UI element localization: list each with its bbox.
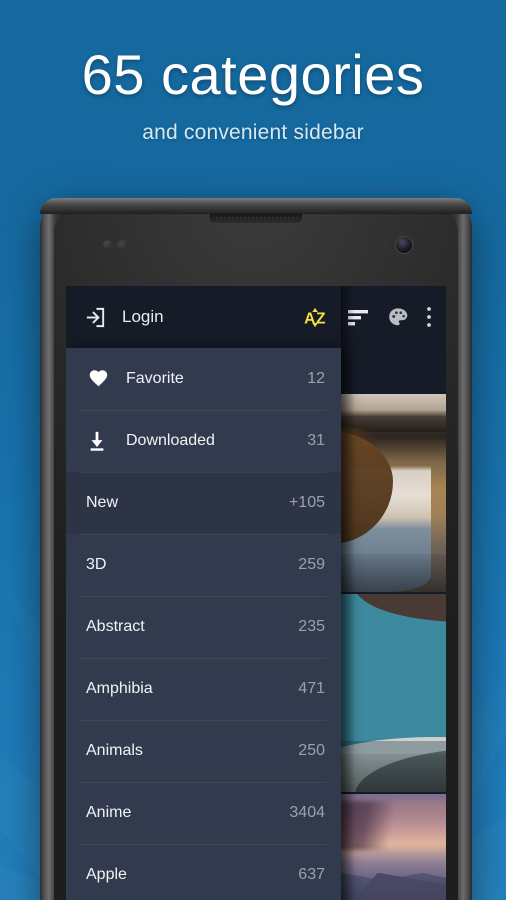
- drawer-item-label: Downloaded: [126, 432, 215, 449]
- palette-icon[interactable]: [387, 306, 409, 328]
- svg-text:Z: Z: [316, 310, 326, 327]
- drawer-item-label: Favorite: [126, 370, 184, 387]
- drawer-item-animals[interactable]: Animals 250: [66, 720, 341, 782]
- drawer-item-label: Anime: [86, 804, 132, 821]
- drawer-item-downloaded[interactable]: Downloaded 31: [66, 410, 341, 472]
- drawer-item-label: Abstract: [86, 618, 145, 635]
- drawer-item-count: 471: [298, 680, 325, 697]
- drawer-item-apple[interactable]: Apple 637: [66, 844, 341, 900]
- drawer-item-count: 3404: [289, 804, 325, 821]
- phone-mockup: 4.6: [40, 198, 472, 900]
- proximity-sensor-icon: [103, 240, 112, 249]
- drawer-item-label: Amphibia: [86, 680, 153, 697]
- phone-top-edge: [40, 198, 472, 214]
- phone-screen: 4.6: [66, 286, 446, 900]
- drawer-item-label: New: [86, 494, 119, 511]
- sort-alpha-icon[interactable]: A Z: [303, 306, 329, 328]
- navigation-drawer: Favorite 12 Downloaded 31 New +105 3D 259 Abstra…: [66, 348, 341, 900]
- drawer-item-anime[interactable]: Anime 3404: [66, 782, 341, 844]
- download-icon: [86, 430, 112, 452]
- drawer-item-count: 250: [298, 742, 325, 759]
- app-toolbar: Login A Z: [66, 286, 446, 348]
- drawer-item-count: 12: [307, 370, 325, 387]
- promo-headline: 65 categories: [81, 43, 425, 106]
- drawer-item-count: 31: [307, 432, 325, 449]
- drawer-item-count: 637: [298, 866, 325, 883]
- drawer-item-label: Apple: [86, 866, 127, 883]
- more-vertical-icon[interactable]: [426, 306, 432, 328]
- login-label[interactable]: Login: [122, 307, 164, 327]
- drawer-item-count: 235: [298, 618, 325, 635]
- earpiece-speaker: [210, 213, 302, 223]
- drawer-item-count: 259: [298, 556, 325, 573]
- drawer-item-abstract[interactable]: Abstract 235: [66, 596, 341, 658]
- drawer-item-count: +105: [288, 494, 325, 511]
- promo-subheadline: and convenient sidebar: [142, 121, 364, 144]
- drawer-item-label: 3D: [86, 556, 107, 573]
- drawer-item-new[interactable]: New +105: [66, 472, 341, 534]
- drawer-item-3d[interactable]: 3D 259: [66, 534, 341, 596]
- heart-icon: [86, 368, 112, 390]
- light-sensor-icon: [117, 240, 128, 251]
- login-arrow-icon[interactable]: [84, 306, 107, 329]
- drawer-item-favorite[interactable]: Favorite 12: [66, 348, 341, 410]
- promo-text-block: 65 categories and convenient sidebar: [0, 0, 506, 145]
- drawer-item-amphibia[interactable]: Amphibia 471: [66, 658, 341, 720]
- drawer-item-label: Animals: [86, 742, 143, 759]
- front-camera-icon: [396, 237, 412, 253]
- drawer-shadow: [341, 286, 355, 900]
